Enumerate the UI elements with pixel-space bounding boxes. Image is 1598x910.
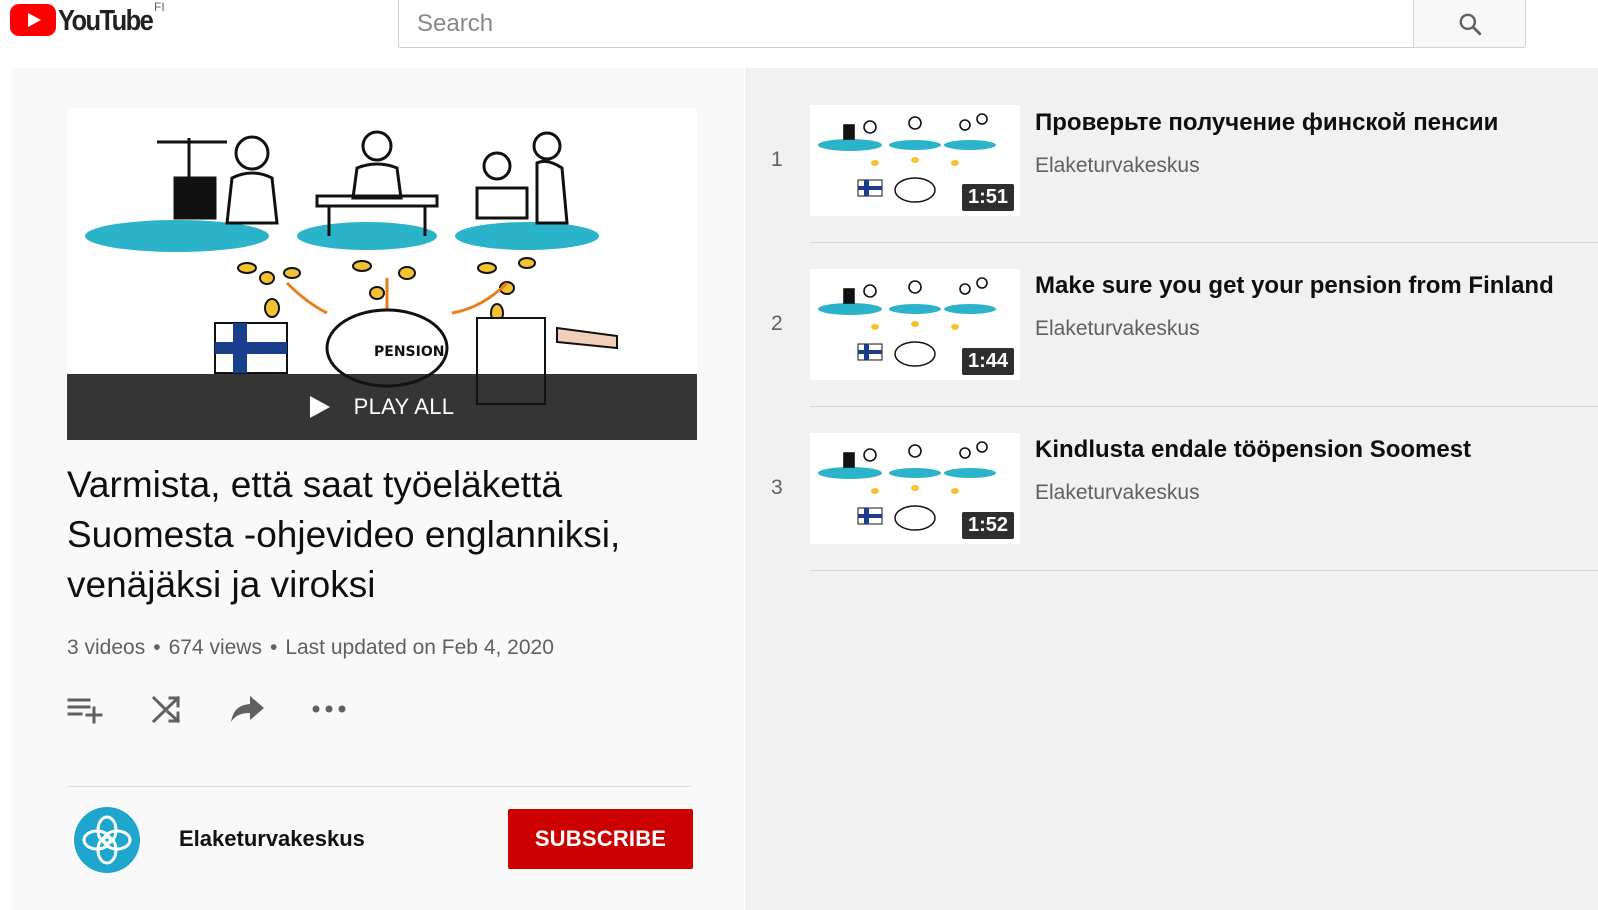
- channel-avatar[interactable]: [72, 805, 142, 875]
- view-count: 674 views: [168, 636, 262, 659]
- channel-logo-icon: [74, 807, 140, 873]
- subscribe-button[interactable]: SUBSCRIBE: [508, 809, 693, 869]
- channel-name[interactable]: Elaketurvakeskus: [179, 826, 365, 852]
- playlist-video-row[interactable]: 1 1:51 Проверьте получение финской пенси…: [745, 98, 1598, 265]
- play-all-label: PLAY ALL: [353, 394, 455, 419]
- video-channel[interactable]: Elaketurvakeskus: [1035, 481, 1200, 505]
- playlist-stats: 3 videos • 674 views • Last updated on F…: [67, 636, 554, 660]
- playlist-title[interactable]: Varmista, että saat työeläkettä Suomesta…: [67, 460, 707, 610]
- search-button[interactable]: [1413, 0, 1526, 48]
- share-icon: [231, 696, 264, 722]
- video-title[interactable]: Проверьте получение финской пенсии: [1035, 109, 1498, 137]
- playlist-sidebar: PENSION PLAY ALL Varmista, että saat työ…: [11, 68, 744, 910]
- video-duration: 1:51: [961, 184, 1014, 211]
- playlist-actions: [67, 690, 391, 728]
- search-bar: [398, 0, 1526, 48]
- video-thumbnail[interactable]: 1:51: [810, 105, 1020, 216]
- stats-separator: •: [153, 636, 161, 659]
- play-icon: [309, 396, 330, 418]
- owner-divider: [67, 786, 691, 787]
- play-all-button[interactable]: PLAY ALL: [67, 374, 697, 440]
- stats-separator: •: [269, 636, 278, 659]
- video-index: 3: [771, 476, 783, 499]
- last-updated: Last updated on Feb 4, 2020: [285, 636, 554, 659]
- add-to-queue-icon: [67, 698, 103, 724]
- add-to-queue-button[interactable]: [67, 690, 105, 728]
- more-actions-button[interactable]: [310, 690, 348, 728]
- logo-text: YouTube: [58, 5, 154, 37]
- shuffle-icon: [151, 695, 181, 724]
- row-divider: [810, 406, 1598, 407]
- row-divider: [810, 242, 1598, 243]
- search-input[interactable]: [398, 0, 1413, 48]
- shuffle-button[interactable]: [148, 690, 186, 728]
- video-count: 3 videos: [67, 636, 146, 659]
- video-index: 2: [771, 312, 783, 335]
- video-thumbnail[interactable]: 1:52: [810, 433, 1020, 544]
- country-code: FI: [154, 0, 165, 14]
- video-title[interactable]: Make sure you get your pension from Finl…: [1035, 272, 1554, 300]
- youtube-play-icon: [10, 4, 56, 36]
- youtube-logo[interactable]: YouTube: [10, 4, 165, 38]
- playlist-video-list: 1 1:51 Проверьте получение финской пенси…: [745, 68, 1598, 910]
- share-button[interactable]: [229, 690, 267, 728]
- more-icon: [312, 705, 346, 713]
- video-duration: 1:52: [961, 512, 1014, 539]
- video-title[interactable]: Kindlusta endale tööpension Soomest: [1035, 436, 1471, 464]
- video-thumbnail[interactable]: 1:44: [810, 269, 1020, 380]
- playlist-thumbnail[interactable]: PENSION PLAY ALL: [67, 108, 697, 440]
- row-divider: [810, 570, 1598, 571]
- search-icon: [1459, 13, 1481, 35]
- svg-text:PENSION: PENSION: [374, 344, 444, 360]
- video-index: 1: [771, 148, 783, 171]
- masthead: YouTube FI: [0, 0, 1598, 66]
- video-channel[interactable]: Elaketurvakeskus: [1035, 154, 1200, 178]
- video-channel[interactable]: Elaketurvakeskus: [1035, 317, 1200, 341]
- video-duration: 1:44: [961, 348, 1014, 375]
